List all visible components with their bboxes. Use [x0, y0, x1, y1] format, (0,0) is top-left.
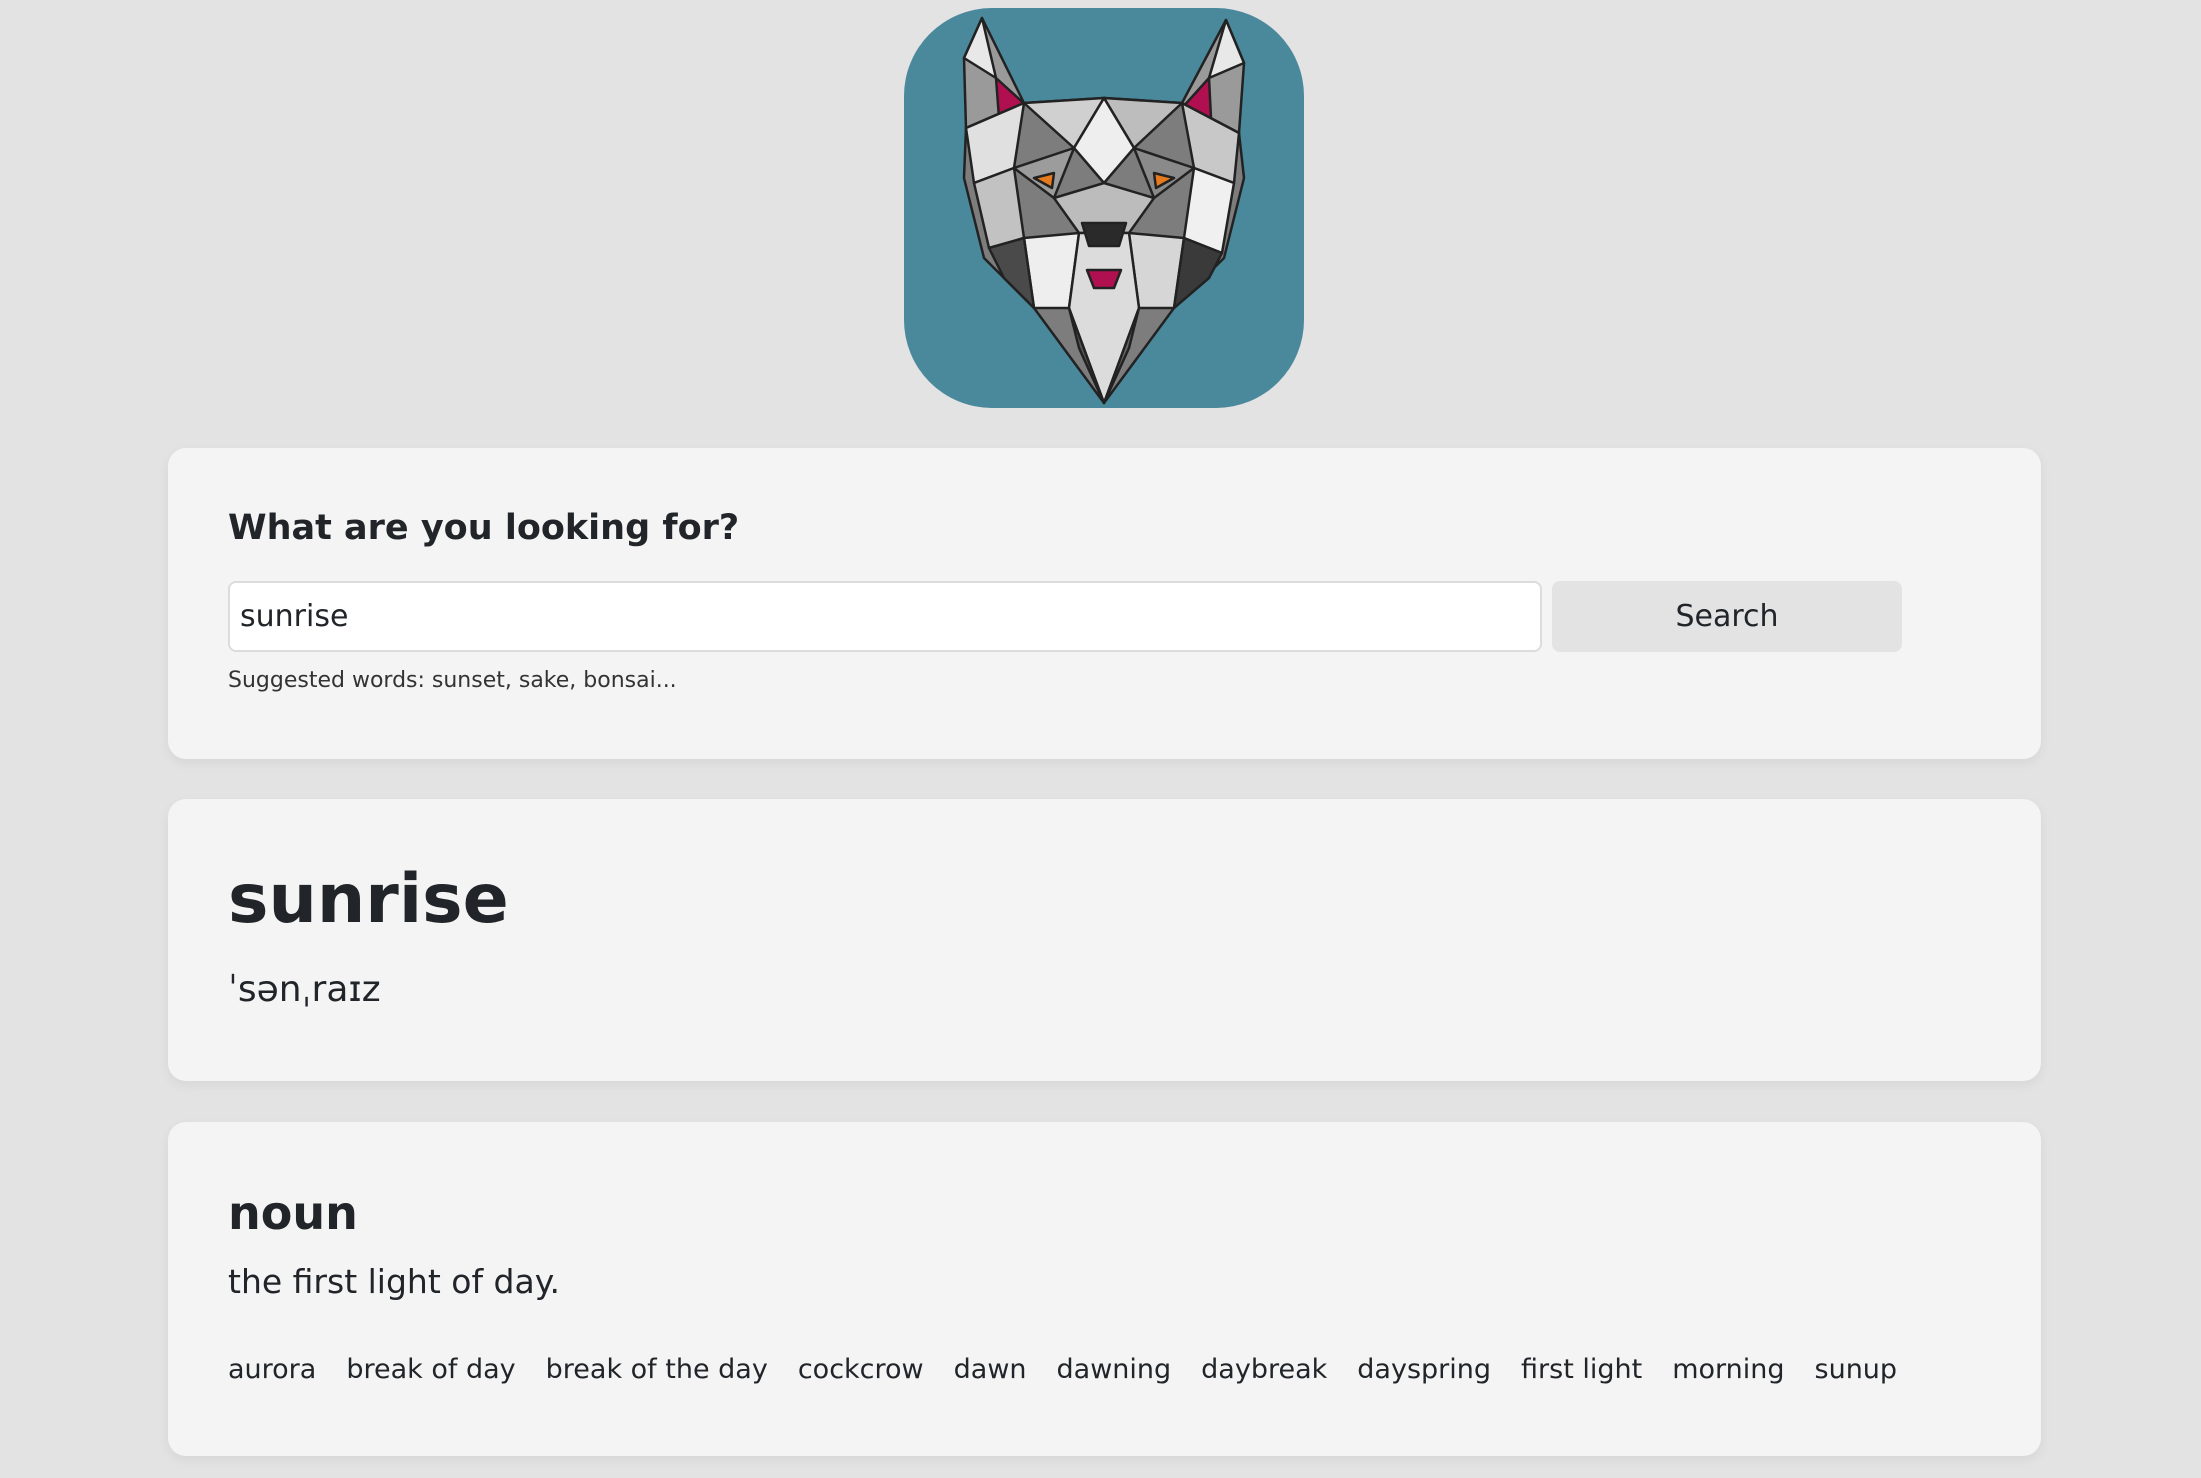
search-input[interactable]: [228, 581, 1542, 652]
search-heading: What are you looking for?: [228, 508, 740, 548]
synonym-link[interactable]: cockcrow: [798, 1354, 924, 1385]
app-logo: [904, 8, 1304, 408]
synonym-link[interactable]: break of the day: [546, 1354, 768, 1385]
synonym-link[interactable]: sunup: [1815, 1354, 1898, 1385]
wolf-head-icon: [962, 16, 1246, 405]
synonym-link[interactable]: morning: [1672, 1354, 1784, 1385]
synonym-link[interactable]: dawn: [954, 1354, 1027, 1385]
synonym-link[interactable]: daybreak: [1201, 1354, 1327, 1385]
search-button[interactable]: Search: [1552, 581, 1902, 652]
synonym-link[interactable]: dawning: [1057, 1354, 1172, 1385]
word-card: sunrise ˈsənˌraɪz: [168, 799, 2041, 1081]
synonym-link[interactable]: dayspring: [1357, 1354, 1491, 1385]
suggested-words-hint: Suggested words: sunset, sake, bonsai...: [228, 668, 677, 693]
synonym-link[interactable]: break of day: [346, 1354, 515, 1385]
phonetic-transcription: ˈsənˌraɪz: [228, 969, 381, 1010]
synonym-list: aurora break of day break of the day coc…: [228, 1354, 1897, 1385]
word-title: sunrise: [228, 860, 509, 939]
meaning-card: noun the first light of day. aurora brea…: [168, 1122, 2041, 1456]
part-of-speech: noun: [228, 1186, 358, 1240]
definition: the first light of day.: [228, 1262, 561, 1301]
synonym-link[interactable]: aurora: [228, 1354, 316, 1385]
search-card: What are you looking for? Search Suggest…: [168, 448, 2041, 759]
synonym-link[interactable]: first light: [1521, 1354, 1642, 1385]
